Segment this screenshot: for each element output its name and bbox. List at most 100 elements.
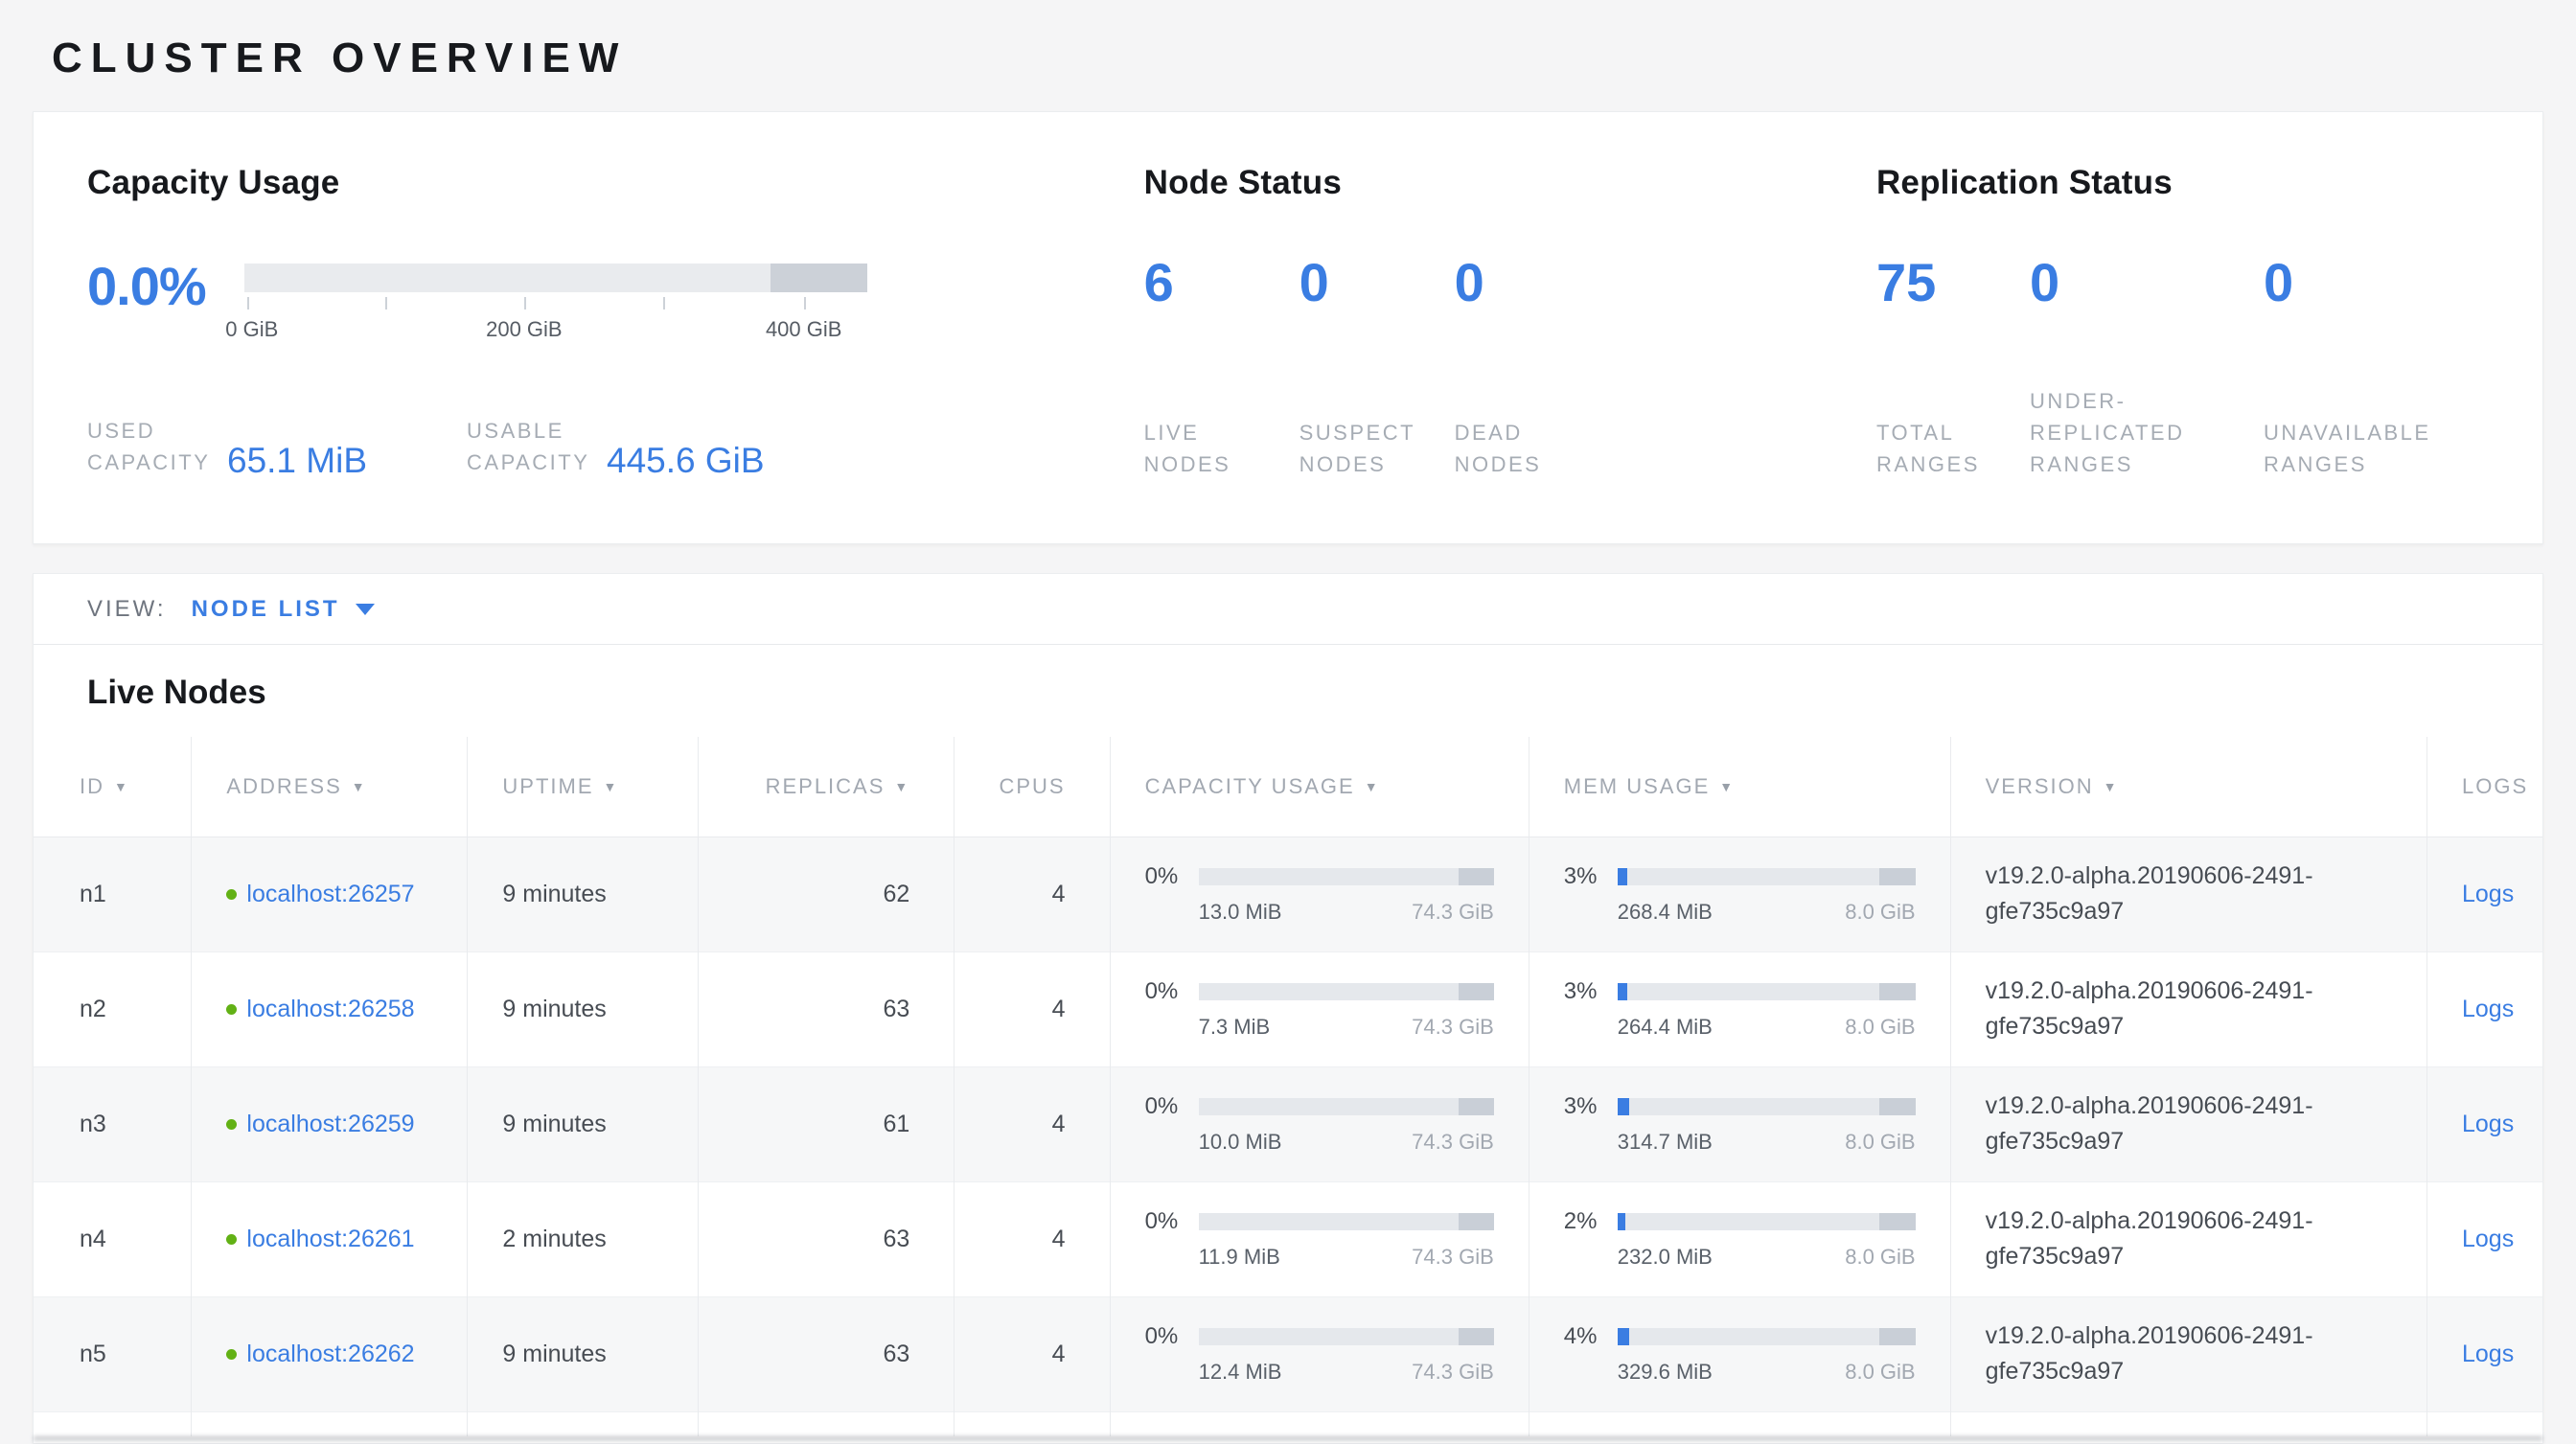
mem-bar	[1618, 868, 1916, 885]
node-address-link[interactable]: localhost:26262	[246, 1341, 414, 1367]
used-capacity-stat: USED CAPACITY 65.1 MiB	[87, 415, 367, 478]
node-address-link[interactable]: localhost:26261	[246, 1226, 414, 1252]
capacity-usage-section: Capacity Usage 0.0% 0 GiB 200 GiB	[87, 164, 1144, 543]
capacity-bar	[1199, 1213, 1494, 1230]
node-address-cell: localhost:26257	[192, 837, 468, 951]
column-header-version[interactable]: VERSION▼	[1950, 737, 2426, 837]
view-dropdown-value: NODE LIST	[192, 596, 340, 623]
capacity-bar	[1199, 868, 1494, 885]
mem-max-value: 8.0 GiB	[1845, 1245, 1915, 1270]
node-version-cell: v19.2.0-alpha.20190606-2491-gfe735c9a97	[1950, 1181, 2426, 1296]
node-uptime-cell: 9 minutes	[468, 837, 699, 951]
node-address-link[interactable]: localhost:26258	[246, 996, 414, 1022]
mem-bar-reserved	[1879, 1213, 1915, 1230]
node-version-cell: v19.2.0-alpha.20190606-2491-gfe735c9a97	[1950, 1066, 2426, 1181]
capacity-usage-cell: 0% 7.3 MiB 74.3 GiB	[1110, 951, 1529, 1066]
capacity-usage-cell: 0% 11.9 MiB 74.3 GiB	[1110, 1181, 1529, 1296]
node-id-cell: n5	[34, 1296, 192, 1411]
mem-usage-cell: 3% 264.4 MiB 8.0 GiB	[1529, 951, 1950, 1066]
capacity-bar	[1199, 1328, 1494, 1345]
column-header-address[interactable]: ADDRESS▼	[192, 737, 468, 837]
capacity-bar	[1199, 1098, 1494, 1115]
node-address-cell: localhost:26262	[192, 1296, 468, 1411]
live-status-icon	[226, 889, 237, 900]
capacity-percent-value: 0.0%	[87, 260, 239, 313]
replication-status-section: Replication Status 75 TOTAL RANGES 0 UND…	[1876, 164, 2489, 543]
table-body: n1 localhost:26257 9 minutes 62 4 0% 13.…	[34, 837, 2542, 1411]
table-row: n5 localhost:26262 9 minutes 63 4 0% 12.…	[34, 1296, 2542, 1411]
live-nodes-count: 6	[1144, 256, 1300, 309]
column-header-uptime[interactable]: UPTIME▼	[468, 737, 699, 837]
capacity-bar-reserved	[1459, 1098, 1494, 1115]
column-header-id[interactable]: ID▼	[34, 737, 192, 837]
mem-used-value: 232.0 MiB	[1618, 1245, 1713, 1270]
column-header-capacity-usage[interactable]: CAPACITY USAGE▼	[1110, 737, 1529, 837]
mem-used-value: 264.4 MiB	[1618, 1015, 1713, 1040]
node-logs-link[interactable]: Logs	[2462, 1111, 2514, 1137]
node-logs-link[interactable]: Logs	[2462, 1226, 2514, 1252]
node-version-cell: v19.2.0-alpha.20190606-2491-gfe735c9a97	[1950, 1296, 2426, 1411]
capacity-percent: 0%	[1145, 1323, 1199, 1350]
mem-bar-reserved	[1879, 868, 1915, 885]
unavailable-ranges-label: UNAVAILABLE RANGES	[2264, 417, 2436, 480]
view-label: VIEW:	[87, 596, 167, 623]
mem-percent: 3%	[1564, 1093, 1618, 1120]
node-cpus-cell: 4	[954, 1181, 1110, 1296]
capacity-used-value: 10.0 MiB	[1199, 1130, 1282, 1155]
table-row: n4 localhost:26261 2 minutes 63 4 0% 11.…	[34, 1181, 2542, 1296]
mem-usage-cell: 3% 314.7 MiB 8.0 GiB	[1529, 1066, 1950, 1181]
axis-tick	[804, 297, 806, 309]
node-id-cell: n4	[34, 1181, 192, 1296]
node-uptime-cell: 9 minutes	[468, 1066, 699, 1181]
mem-bar-reserved	[1879, 1328, 1915, 1345]
capacity-bar	[1199, 983, 1494, 1000]
capacity-bar-reserved	[1459, 1213, 1494, 1230]
column-header-replicas[interactable]: REPLICAS▼	[699, 737, 954, 837]
sort-caret-icon: ▼	[352, 779, 367, 794]
suspect-nodes-stat: 0 SUSPECT NODES	[1300, 256, 1455, 480]
table-row-partial	[34, 1411, 2542, 1436]
cluster-overview-page: CLUSTER OVERVIEW Capacity Usage 0.0%	[0, 0, 2576, 1444]
capacity-used-value: 7.3 MiB	[1199, 1015, 1271, 1040]
mem-usage-cell: 3% 268.4 MiB 8.0 GiB	[1529, 837, 1950, 951]
mem-usage-cell: 4% 329.6 MiB 8.0 GiB	[1529, 1296, 1950, 1411]
axis-tick	[385, 297, 387, 309]
node-logs-link[interactable]: Logs	[2462, 881, 2514, 907]
capacity-usage-cell: 0% 13.0 MiB 74.3 GiB	[1110, 837, 1529, 951]
capacity-usage-chart: 0 GiB 200 GiB 400 GiB	[244, 264, 867, 352]
view-dropdown[interactable]: NODE LIST	[192, 596, 375, 623]
node-address-link[interactable]: localhost:26257	[246, 881, 414, 907]
node-replicas-cell: 63	[699, 1296, 954, 1411]
node-version-cell: v19.2.0-alpha.20190606-2491-gfe735c9a97	[1950, 951, 2426, 1066]
unavailable-ranges-count: 0	[2264, 256, 2436, 309]
node-logs-cell: Logs	[2427, 837, 2543, 951]
node-id-cell: n1	[34, 837, 192, 951]
table-row: n3 localhost:26259 9 minutes 61 4 0% 10.…	[34, 1066, 2542, 1181]
mem-max-value: 8.0 GiB	[1845, 1015, 1915, 1040]
suspect-nodes-label: SUSPECT NODES	[1300, 417, 1424, 480]
mem-bar	[1618, 983, 1916, 1000]
unavailable-ranges-stat: 0 UNAVAILABLE RANGES	[2264, 256, 2436, 480]
table-row: n2 localhost:26258 9 minutes 63 4 0% 7.3…	[34, 951, 2542, 1066]
node-logs-link[interactable]: Logs	[2462, 996, 2514, 1022]
node-logs-cell: Logs	[2427, 951, 2543, 1066]
column-header-mem-usage[interactable]: MEM USAGE▼	[1529, 737, 1950, 837]
node-address-cell: localhost:26258	[192, 951, 468, 1066]
capacity-used-value: 11.9 MiB	[1199, 1245, 1280, 1270]
node-address-link[interactable]: localhost:26259	[246, 1111, 414, 1137]
node-logs-link[interactable]: Logs	[2462, 1341, 2514, 1367]
node-id-cell: n3	[34, 1066, 192, 1181]
table-header-row: ID▼ ADDRESS▼ UPTIME▼ REPLICAS▼ CPUS CAPA…	[34, 737, 2542, 837]
node-logs-cell: Logs	[2427, 1181, 2543, 1296]
capacity-reserved-segment	[770, 264, 867, 292]
live-status-icon	[226, 1004, 237, 1015]
mem-used-value: 329.6 MiB	[1618, 1360, 1713, 1385]
mem-bar	[1618, 1328, 1916, 1345]
axis-tick-label: 200 GiB	[486, 317, 563, 342]
capacity-usage-cell: 0% 12.4 MiB 74.3 GiB	[1110, 1296, 1529, 1411]
under-replicated-ranges-stat: 0 UNDER-REPLICATED RANGES	[2030, 256, 2264, 480]
capacity-max-value: 74.3 GiB	[1412, 1360, 1494, 1385]
node-list-card: VIEW: NODE LIST Live Nodes ID▼ ADDRESS▼ …	[33, 573, 2543, 1444]
page-title: CLUSTER OVERVIEW	[52, 34, 2543, 82]
capacity-used-value: 12.4 MiB	[1199, 1360, 1282, 1385]
